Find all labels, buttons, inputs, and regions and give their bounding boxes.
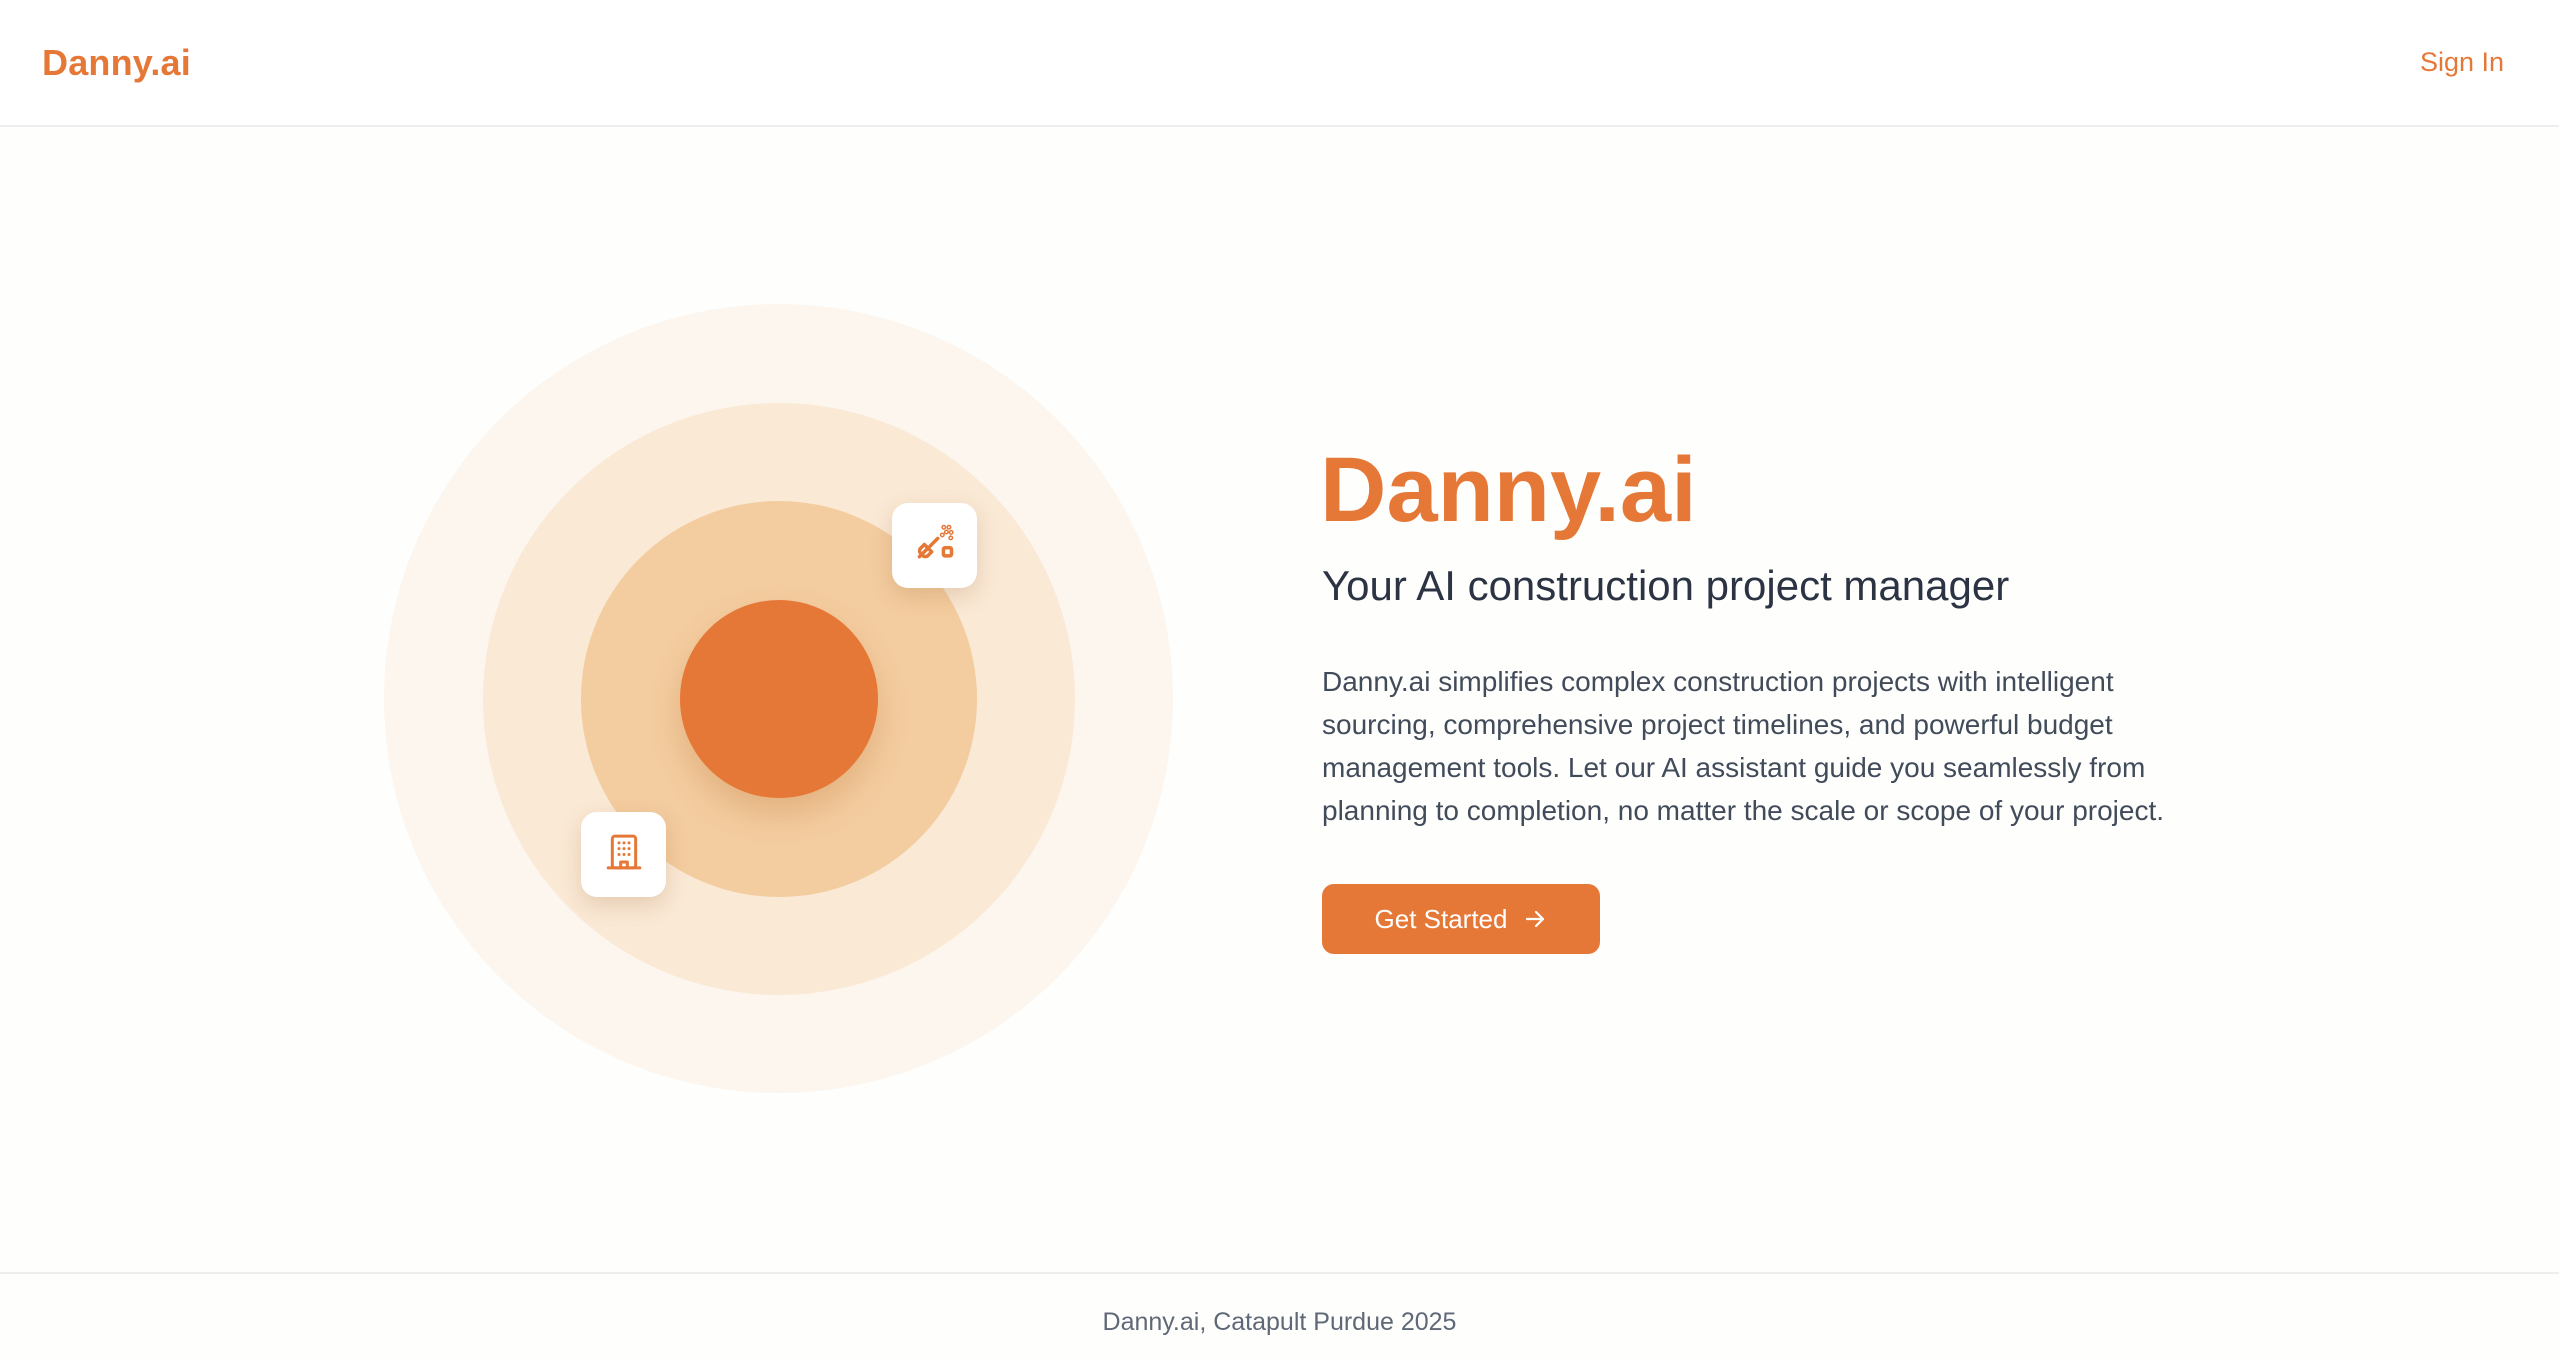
illustration-core-circle (680, 600, 878, 798)
site-header: Danny.ai Sign In (0, 0, 2559, 127)
hero-description: Danny.ai simplifies complex construction… (1322, 666, 2165, 826)
hero-subtitle: Your AI construction project manager (1322, 562, 2010, 609)
building-badge (581, 812, 666, 897)
get-started-button[interactable]: Get Started (1322, 884, 1600, 954)
arrow-right-icon (1523, 907, 1547, 931)
site-footer: Danny.ai, Catapult Purdue 2025 (0, 1272, 2559, 1361)
sign-in-link[interactable]: Sign In (2420, 47, 2504, 78)
building-icon (604, 832, 644, 877)
shovel-badge (892, 503, 977, 588)
footer-text: Danny.ai, Catapult Purdue 2025 (1102, 1308, 1457, 1336)
hero-title: Danny.ai (1320, 439, 1697, 541)
shovel-icon (913, 521, 957, 570)
logo[interactable]: Danny.ai (42, 42, 191, 84)
get-started-label: Get Started (1374, 903, 1508, 934)
